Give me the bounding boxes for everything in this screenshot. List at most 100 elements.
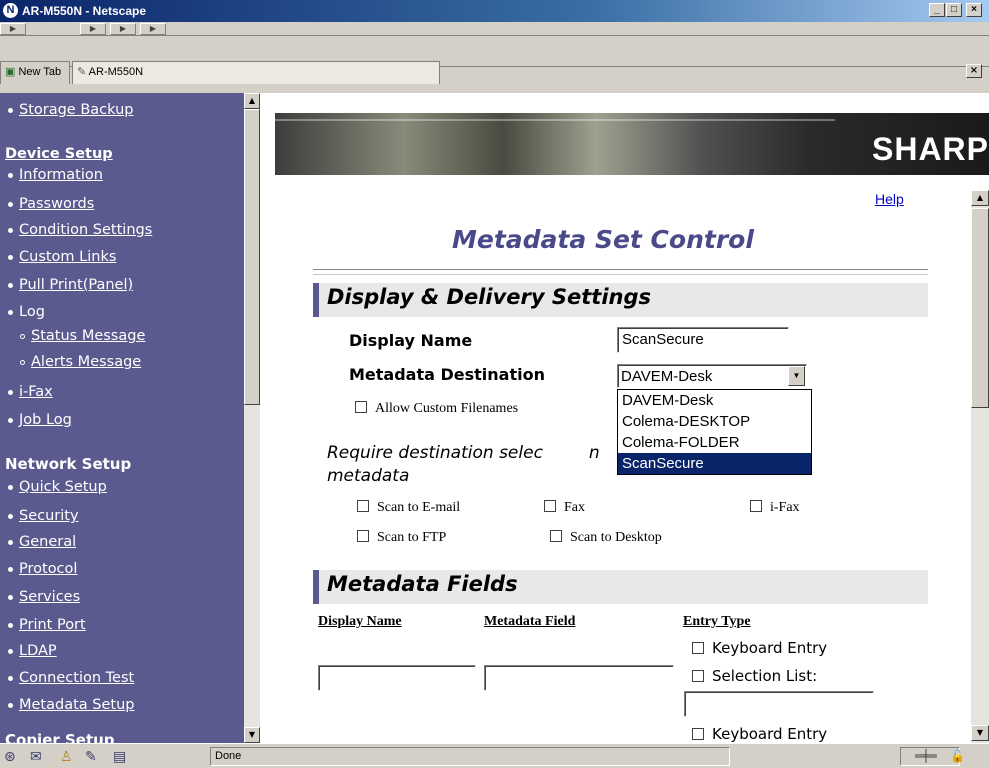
nav-expand-icon[interactable]: ▶ — [140, 23, 166, 35]
chevron-down-icon[interactable]: ▼ — [788, 366, 805, 386]
composer-icon[interactable]: ✎ — [85, 749, 97, 765]
sidebar-item-passwords[interactable]: Passwords — [8, 196, 94, 216]
scan-to-desktop-checkbox[interactable] — [550, 530, 562, 542]
require-text-part1: Require destination selec — [327, 443, 543, 463]
sidebar-item-label: Alerts Message — [31, 354, 142, 370]
dropdown-option[interactable]: Colema-DESKTOP — [618, 411, 811, 432]
sidebar-item-label: Job Log — [19, 412, 72, 428]
selection-list-row[interactable]: Selection List: — [692, 667, 817, 685]
scroll-down-icon[interactable]: ▼ — [244, 727, 260, 743]
field-display-name-input[interactable] — [318, 665, 476, 691]
dropdown-option[interactable]: DAVEM-Desk — [618, 390, 811, 411]
dropdown-option-selected[interactable]: ScanSecure — [618, 453, 811, 474]
dropdown-option[interactable]: Colema-FOLDER — [618, 432, 811, 453]
sidebar-heading-device-setup[interactable]: Device Setup — [5, 144, 113, 162]
fax-checkbox[interactable] — [544, 500, 556, 512]
close-tab-icon[interactable]: × — [966, 64, 982, 78]
people-icon[interactable]: ♙ — [60, 749, 73, 765]
scan-to-ftp-checkbox[interactable] — [357, 530, 369, 542]
fax-row[interactable]: Fax — [544, 500, 585, 516]
keyboard-entry-row[interactable]: Keyboard Entry — [692, 639, 827, 657]
sidebar-item-label: i-Fax — [19, 384, 53, 400]
sidebar-item-label: Status Message — [31, 328, 146, 344]
bullet-icon — [8, 389, 13, 395]
sidebar-item-custom-links[interactable]: Custom Links — [8, 249, 116, 269]
sidebar-item-quick-setup[interactable]: Quick Setup — [8, 479, 107, 499]
title-divider — [313, 269, 928, 275]
i-fax-label: i-Fax — [770, 500, 800, 515]
scroll-thumb[interactable] — [971, 208, 989, 408]
allow-custom-label: Allow Custom Filenames — [375, 401, 519, 416]
help-link[interactable]: Help — [875, 191, 904, 207]
maximize-button[interactable]: □ — [946, 3, 962, 17]
keyboard-entry-checkbox[interactable] — [692, 642, 704, 654]
close-button[interactable]: × — [966, 3, 982, 17]
bullet-icon — [8, 648, 13, 654]
sidebar-item-ldap[interactable]: LDAP — [8, 643, 57, 663]
tab-ar-m550n[interactable]: ✎ AR-M550N — [72, 61, 440, 84]
status-text-panel — [210, 747, 730, 766]
sidebar-item-label: Metadata Setup — [19, 697, 135, 713]
sidebar-heading-label: Copier Setup — [5, 731, 115, 743]
keyboard-entry-label: Keyboard Entry — [712, 725, 828, 743]
scroll-up-icon[interactable]: ▲ — [971, 190, 989, 206]
allow-custom-filenames-row[interactable]: Allow Custom Filenames — [355, 401, 518, 417]
sidebar-item-metadata-setup[interactable]: Metadata Setup — [8, 697, 134, 717]
sidebar-item-i-fax[interactable]: i-Fax — [8, 384, 53, 404]
sidebar-item-condition-settings[interactable]: Condition Settings — [8, 222, 152, 242]
sidebar-item-print-port[interactable]: Print Port — [8, 617, 86, 637]
address-book-icon[interactable]: ▤ — [113, 749, 126, 765]
nav-expand-icon[interactable]: ▶ — [80, 23, 106, 35]
mail-icon[interactable]: ✉ — [30, 749, 42, 765]
display-name-label: Display Name — [349, 331, 473, 350]
scroll-down-icon[interactable]: ▼ — [971, 725, 989, 741]
sidebar-item-connection-test[interactable]: Connection Test — [8, 670, 134, 690]
scroll-up-icon[interactable]: ▲ — [244, 93, 260, 109]
netscape-icon[interactable]: ⊛ — [4, 749, 16, 765]
sidebar-item-pull-print[interactable]: Pull Print(Panel) — [8, 277, 133, 297]
display-name-value: ScanSecure — [622, 331, 704, 348]
bullet-icon — [8, 282, 13, 288]
section-heading: Display & Delivery Settings — [327, 285, 651, 309]
selection-list-input[interactable] — [684, 691, 874, 717]
sidebar-item-security[interactable]: Security — [8, 508, 79, 528]
scan-to-email-checkbox[interactable] — [357, 500, 369, 512]
minimize-button[interactable]: _ — [929, 3, 945, 17]
sidebar-item-status-message[interactable]: Status Message — [20, 328, 145, 348]
tab-new[interactable]: ▣ New Tab — [0, 61, 70, 84]
i-fax-checkbox[interactable] — [750, 500, 762, 512]
scroll-thumb[interactable] — [244, 109, 260, 405]
destination-dropdown-list[interactable]: DAVEM-Desk Colema-DESKTOP Colema-FOLDER … — [617, 389, 812, 475]
page-icon: ✎ — [77, 66, 87, 78]
scan-to-email-row[interactable]: Scan to E-mail — [357, 500, 460, 516]
sidebar-item-alerts-message[interactable]: Alerts Message — [20, 354, 141, 374]
scan-to-ftp-row[interactable]: Scan to FTP — [357, 530, 446, 546]
sidebar-scrollbar[interactable]: ▲ ▼ — [244, 93, 260, 743]
keyboard-entry-checkbox[interactable] — [692, 728, 704, 740]
scan-to-desktop-row[interactable]: Scan to Desktop — [550, 530, 662, 546]
nav-expand-icon[interactable]: ▶ — [110, 23, 136, 35]
i-fax-row[interactable]: i-Fax — [750, 500, 800, 516]
selection-list-label: Selection List: — [712, 667, 818, 685]
sidebar-item-general[interactable]: General — [8, 534, 76, 554]
sidebar-item-services[interactable]: Services — [8, 589, 80, 609]
keyboard-entry-row-2[interactable]: Keyboard Entry — [692, 725, 827, 743]
keyboard-entry-label: Keyboard Entry — [712, 639, 828, 657]
allow-custom-checkbox[interactable] — [355, 401, 367, 413]
sidebar-item-storage-backup[interactable]: Storage Backup — [8, 102, 134, 122]
bullet-icon — [8, 201, 13, 207]
field-metadata-field-input[interactable] — [484, 665, 674, 691]
bullet-icon — [8, 107, 13, 113]
selection-list-checkbox[interactable] — [692, 670, 704, 682]
display-name-input[interactable]: ScanSecure — [617, 327, 789, 353]
bullet-icon — [8, 172, 13, 178]
sidebar-item-label: Passwords — [19, 196, 95, 212]
main-scrollbar[interactable]: ▲ ▼ — [971, 190, 989, 743]
bullet-icon — [8, 566, 13, 572]
sidebar: Storage Backup Device Setup Information … — [0, 93, 244, 743]
nav-expand-icon[interactable]: ▶ — [0, 23, 26, 35]
sidebar-item-protocol[interactable]: Protocol — [8, 561, 77, 581]
sidebar-item-information[interactable]: Information — [8, 167, 103, 187]
sidebar-item-job-log[interactable]: Job Log — [8, 412, 72, 432]
metadata-destination-select[interactable]: DAVEM-Desk ▼ — [617, 364, 807, 388]
